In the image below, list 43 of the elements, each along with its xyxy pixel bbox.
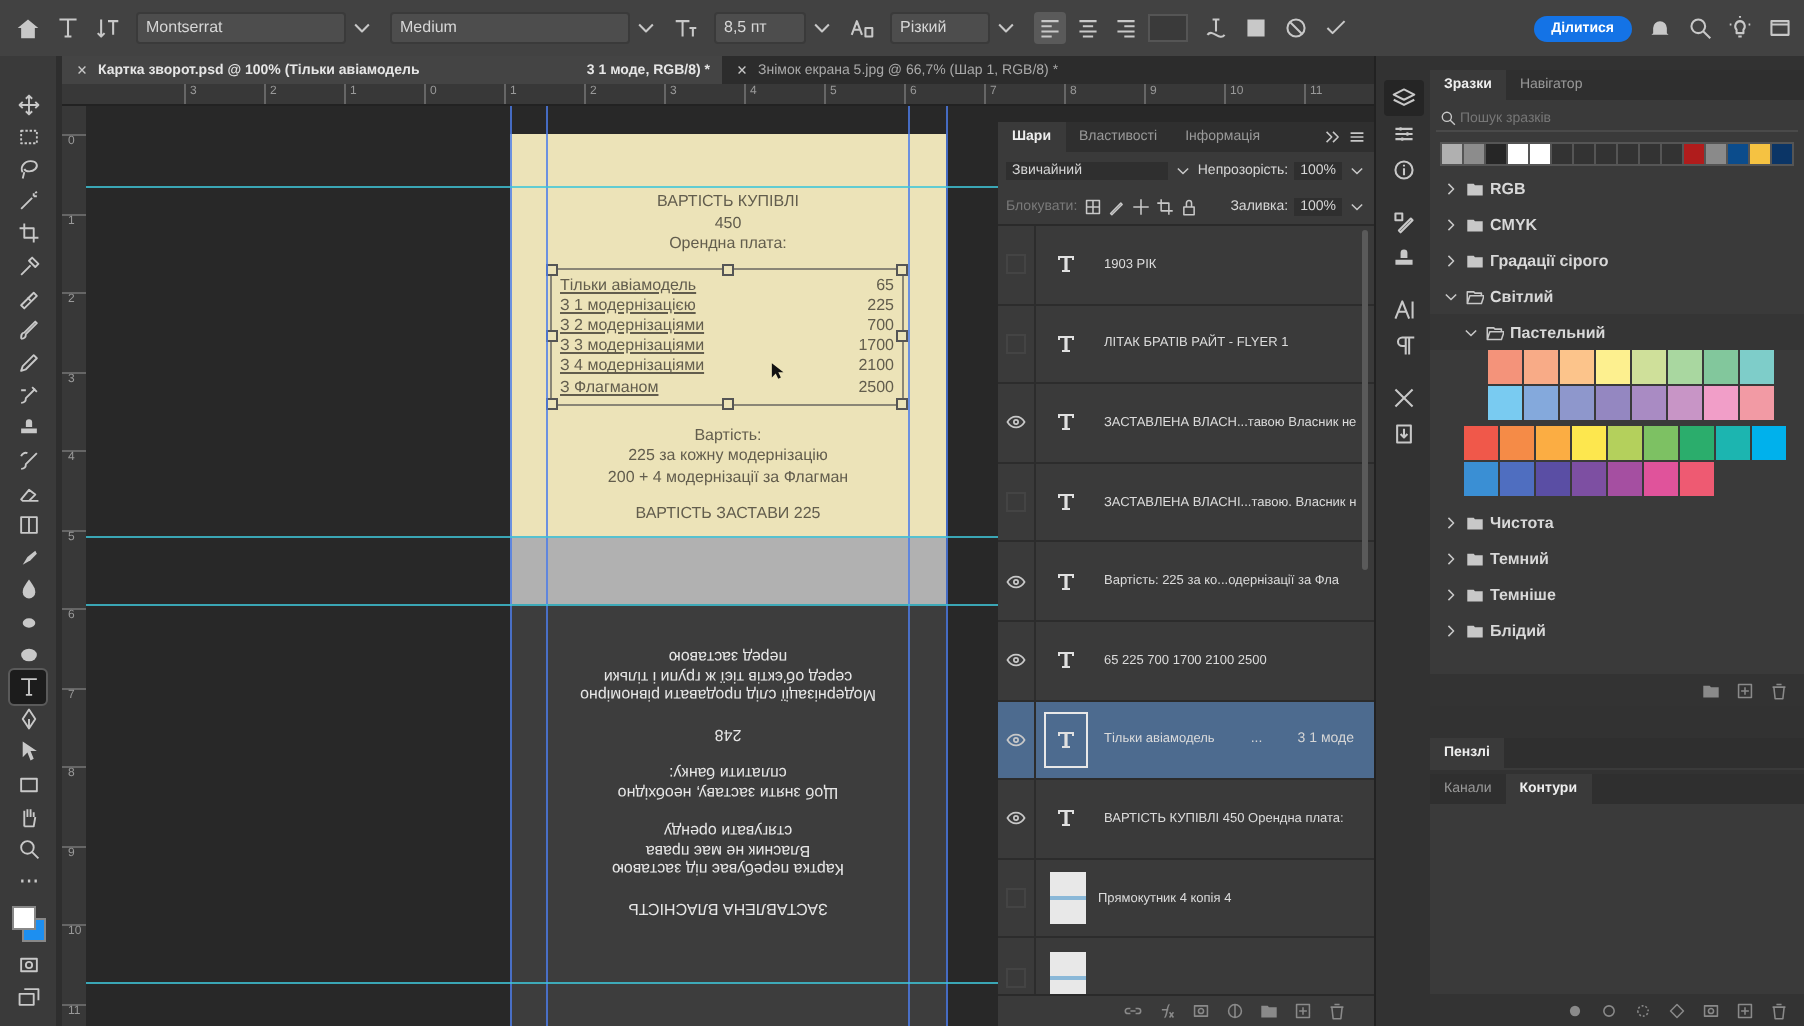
cost-text: 225 за кожну модернізацію (626, 446, 830, 468)
upside-down-text: 248 (712, 725, 744, 744)
upside-down-text: перед заставою (666, 648, 790, 667)
swatch-group[interactable]: Темніше (1430, 576, 1804, 612)
cost-text: 200 + 4 модернізації за Флагман (605, 467, 851, 489)
price-text: 450 (712, 213, 744, 234)
font-family-dropdown[interactable]: Montserrat (136, 12, 346, 44)
upside-down-text: стягувати оренду (661, 822, 795, 841)
upside-down-text: Модернізації слід продавати рівномірно (578, 686, 878, 705)
rent-value: 1700 (858, 336, 894, 357)
upside-down-text: Щоб зняти заставу, необхідно (615, 783, 841, 802)
card-title: ВАРТІСТЬ КУПІВЛІ (655, 192, 801, 213)
rent-name: Тільки авіамодель (560, 275, 697, 296)
swatch-group[interactable]: RGB (1430, 170, 1804, 206)
upside-down-text: Картка перебуває під заставою (609, 860, 847, 879)
rent-name: З 2 модернізаціями (560, 315, 705, 337)
upside-down-text: ЗАСТАВЛЕНА ВЛАСНІСТЬ (626, 899, 830, 918)
swatch-group[interactable]: Світлий (1430, 278, 1804, 314)
rent-value: 225 (867, 295, 894, 316)
font-style-dropdown[interactable]: Medium (390, 12, 630, 44)
swatch-group[interactable]: Чистота (1430, 504, 1804, 540)
rent-label: Орендна плата: (667, 234, 789, 255)
swatch-group[interactable]: Блідий (1430, 612, 1804, 648)
swatch-group[interactable]: Градації сірого (1430, 242, 1804, 278)
rent-name: З Флагманом (560, 377, 659, 398)
text-frame[interactable]: Тільки авіамодель 65 З 1 модернізацією 225 З 2 модернізаціями 700 З 3 модернізаціями 1700 З 4 модернізаціями 2100 З Флагманом 2500 (550, 267, 904, 406)
swatch-group[interactable]: CMYK (1430, 206, 1804, 242)
upside-down-text: Власник не має права (643, 841, 813, 860)
rent-name: З 3 модернізаціями (560, 336, 705, 357)
rent-name: З 4 модернізаціями (560, 356, 705, 378)
swatch-group[interactable]: Пастельний (1430, 314, 1804, 350)
rent-value: 65 (876, 275, 894, 296)
rent-name: З 1 модернізацією (560, 295, 696, 316)
rent-value: 2100 (858, 356, 894, 378)
antialias-dropdown[interactable]: Різкий (890, 12, 990, 44)
mortgage-text: ВАРТІСТЬ ЗАСТАВИ 225 (633, 504, 823, 526)
upside-down-text: серед об'єктів тієї ж групи і тільки (601, 667, 855, 686)
font-size-field[interactable]: 8,5 пт (714, 12, 806, 44)
upside-down-text: сплатити банку: (667, 764, 789, 783)
cost-label: Вартість: (692, 425, 764, 447)
swatch-group[interactable]: Темний (1430, 540, 1804, 576)
rent-value: 700 (867, 315, 894, 337)
rent-value: 2500 (858, 377, 894, 398)
